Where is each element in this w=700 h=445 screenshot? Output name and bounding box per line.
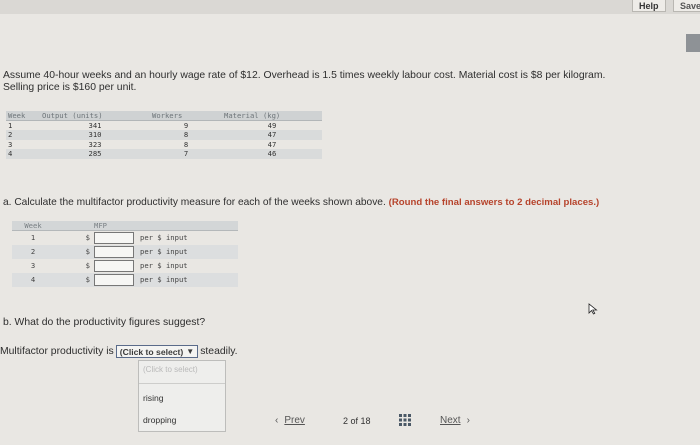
prev-label: Prev [284,415,305,426]
cell-workers: 7 [150,149,222,159]
cell-week: 2 [6,130,40,140]
cell-week: 1 [8,121,13,130]
top-bar: Help Save [0,0,700,14]
header-output: Output (units) [40,111,150,121]
mfp-input-week-2[interactable] [94,245,134,258]
data-table-header: Week Output (units) Workers Material (kg… [6,111,322,121]
cell-output: 285 [40,149,150,159]
help-button[interactable]: Help [632,0,666,12]
cell-material: 47 [267,139,277,149]
table-row: 4 285 7 46 [6,149,322,159]
table-row: 2 310 8 47 [6,130,322,140]
trend-select-value: (Click to select) [119,346,184,357]
mfp-unit: per $ input [136,244,238,259]
mfp-header-blank [54,221,94,231]
mfp-week: 3 [30,261,36,270]
next-button[interactable]: Next › [440,415,470,426]
mfp-week: 2 [12,244,54,259]
header-material: Material (kg) [222,111,322,121]
mfp-input-week-3[interactable] [94,259,134,272]
mfp-row: 4 $ per $ input [12,272,238,287]
cell-output: 323 [88,139,102,149]
mfp-header-week: Week [12,221,54,231]
chevron-down-icon: ▼ [186,347,195,356]
chevron-left-icon: ‹ [275,415,279,426]
dropdown-option-rising[interactable]: rising [143,393,164,403]
question-a-text: a. Calculate the multifactor productivit… [3,197,386,208]
cell-workers: 8 [150,130,222,140]
multifactor-prefix: Multifactor productivity is [0,346,114,357]
dropdown-option-dropping[interactable]: dropping [143,415,176,425]
mfp-unit: per $ input [136,272,238,287]
dollar-sign: $ [85,233,90,243]
mfp-row: 3 $ per $ input [12,259,238,273]
cell-week: 4 [6,149,40,159]
table-row: 1 341 9 49 [6,121,322,130]
save-button[interactable]: Save [673,0,700,12]
multifactor-suffix: steadily. [200,346,238,357]
mfp-header-mfp: MFP [94,221,136,231]
mouse-cursor-icon [588,303,598,315]
cell-output: 310 [40,130,150,140]
cell-material: 46 [222,149,322,159]
dropdown-divider [139,383,225,384]
cell-workers: 8 [183,139,189,149]
cell-material: 47 [222,130,322,140]
trend-dropdown-menu: (Click to select) rising dropping [138,360,226,432]
problem-line-2: Selling price is $160 per unit. [3,82,137,93]
question-b: b. What do the productivity figures sugg… [3,317,206,328]
mfp-header-unit [136,221,238,231]
cell-output: 341 [88,121,102,130]
dollar-sign: $ [85,261,90,270]
mfp-row: 1 $ per $ input [12,231,238,245]
header-workers: Workers [150,111,222,121]
next-label: Next [440,415,461,426]
header-week: Week [6,111,40,121]
prev-button[interactable]: ‹ Prev [275,415,305,426]
question-a: a. Calculate the multifactor productivit… [3,197,700,208]
mfp-week: 4 [12,272,54,287]
mfp-unit: per $ input [140,233,188,243]
table-row: 3 323 8 47 [6,140,322,150]
grid-icon[interactable] [399,414,411,426]
trend-select[interactable]: (Click to select) ▼ [115,345,199,358]
chevron-right-icon: › [466,415,470,426]
multifactor-sentence: Multifactor productivity is (Click to se… [0,345,238,358]
problem-line-1: Assume 40-hour weeks and an hourly wage … [3,70,606,81]
dropdown-placeholder-option[interactable]: (Click to select) [143,365,198,374]
cell-material: 49 [267,121,277,130]
mfp-row: 2 $ per $ input [12,244,238,259]
data-table: Week Output (units) Workers Material (kg… [6,111,322,159]
mfp-week: 1 [30,233,36,243]
dollar-sign: $ [54,272,94,287]
rounding-note: (Round the final answers to 2 decimal pl… [388,197,600,208]
problem-statement: Assume 40-hour weeks and an hourly wage … [3,70,693,94]
cell-week: 3 [8,139,13,149]
dollar-sign: $ [54,244,94,259]
side-panel-tab[interactable] [686,34,700,52]
mfp-unit: per $ input [140,261,188,270]
mfp-header: Week MFP [12,221,238,231]
mfp-input-week-1[interactable] [94,231,134,244]
mfp-answer-table: Week MFP 1 $ per $ input 2 $ per $ input… [12,221,238,287]
cell-workers: 9 [183,121,189,130]
mfp-input-week-4[interactable] [94,273,134,286]
page-counter: 2 of 18 [343,416,371,426]
